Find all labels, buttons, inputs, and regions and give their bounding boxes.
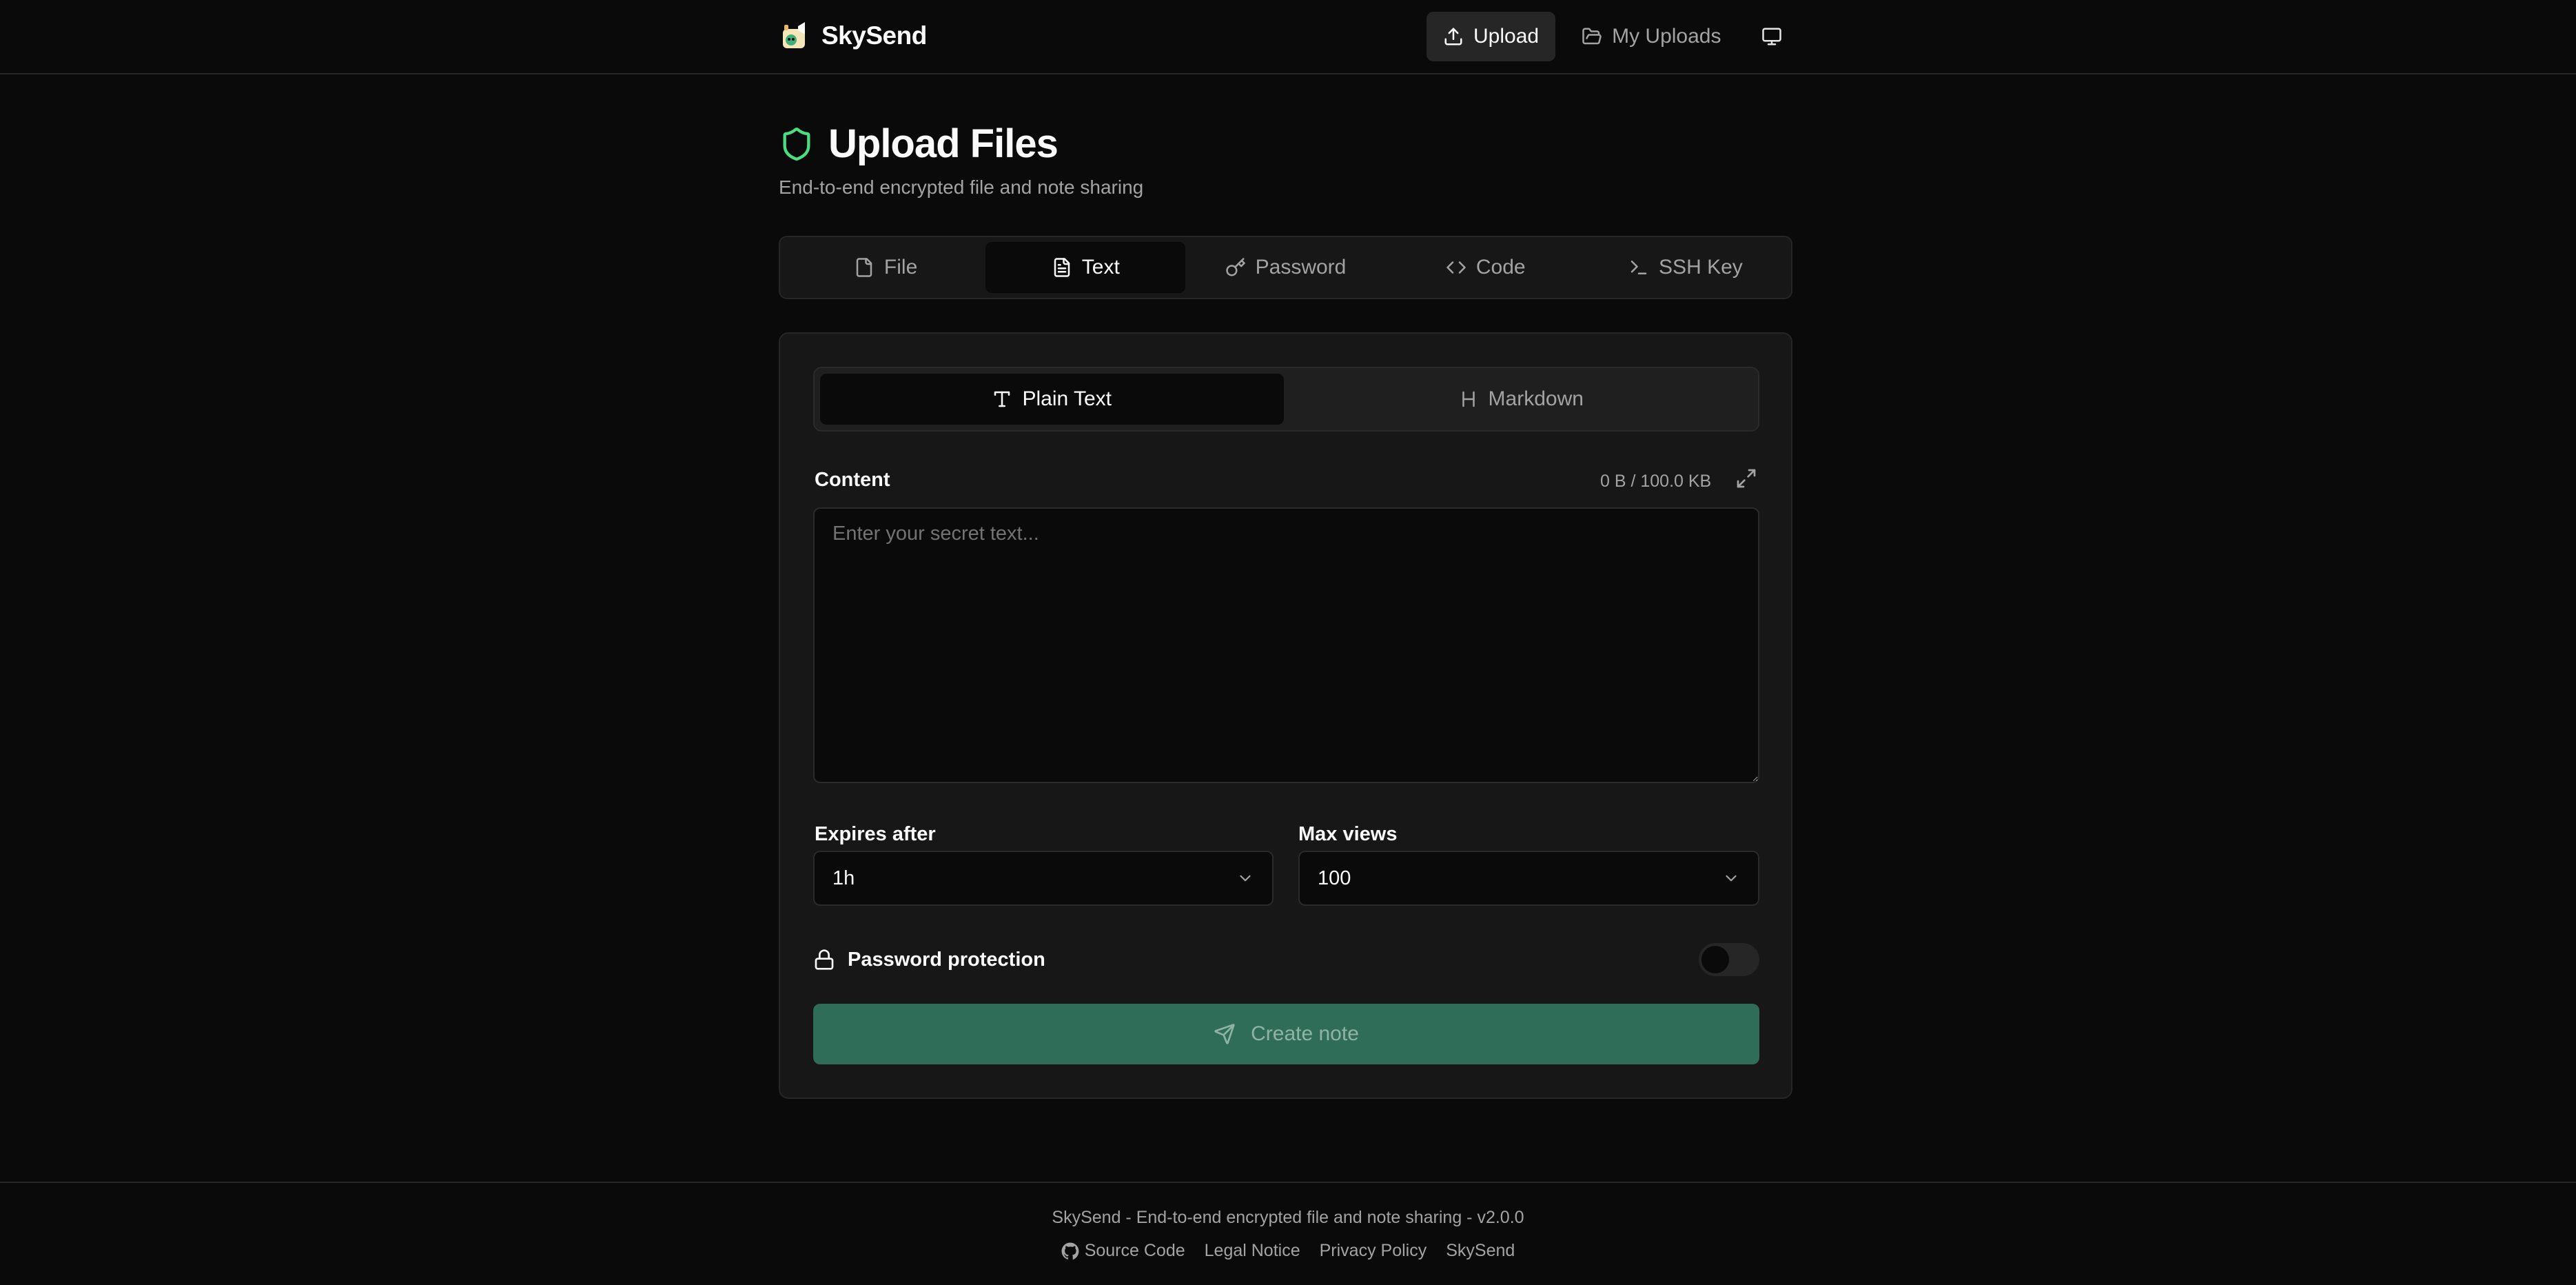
lock-icon: [815, 949, 834, 970]
page-subtitle: End-to-end encrypted file and note shari…: [779, 176, 1144, 198]
brand-name: SkySend: [821, 21, 927, 50]
folder-open-icon: [1582, 28, 1602, 45]
tab-ssh-key[interactable]: SSH Key: [1586, 242, 1786, 293]
footer-source-code-label: Source Code: [1084, 1241, 1185, 1260]
footer-source-code-link[interactable]: Source Code: [1061, 1241, 1185, 1261]
key-icon: [1225, 258, 1245, 276]
page-footer: SkySend - End-to-end encrypted file and …: [0, 1182, 2576, 1285]
tab-file-label: File: [883, 256, 918, 279]
footer-tagline: SkySend - End-to-end encrypted file and …: [1052, 1208, 1524, 1227]
skysend-logo-icon: [779, 19, 812, 52]
tab-text[interactable]: Text: [985, 242, 1186, 293]
tab-ssh-key-label: SSH Key: [1659, 256, 1743, 279]
max-views-value: 100: [1318, 867, 1351, 889]
terminal-icon: [1631, 261, 1647, 274]
file-icon: [856, 258, 872, 277]
expires-select[interactable]: 1h: [813, 851, 1274, 906]
max-views-select[interactable]: 100: [1298, 851, 1759, 906]
create-note-label: Create note: [1251, 1022, 1359, 1045]
footer-privacy-policy-link[interactable]: Privacy Policy: [1320, 1241, 1427, 1261]
password-protection-label: Password protection: [848, 948, 1045, 971]
type-icon: [994, 391, 1010, 407]
chevron-down-icon: [1240, 875, 1251, 882]
github-icon: [1061, 1242, 1079, 1259]
upload-type-tabs: File Text Password Code SSH Key: [779, 236, 1792, 299]
tab-password-label: Password: [1255, 256, 1347, 279]
size-counter: 0 B / 100.0 KB: [1600, 472, 1712, 491]
max-views-label: Max views: [1298, 823, 1398, 845]
brand[interactable]: SkySend: [779, 17, 927, 55]
nav-my-uploads-button[interactable]: My Uploads: [1565, 12, 1737, 61]
password-protection-row: Password protection: [813, 940, 1759, 979]
mode-plain-text[interactable]: Plain Text: [820, 374, 1284, 425]
nav-my-uploads-label: My Uploads: [1612, 25, 1721, 48]
content-label: Content: [815, 469, 890, 491]
create-note-button[interactable]: Create note: [813, 1004, 1759, 1064]
tab-code[interactable]: Code: [1386, 242, 1586, 293]
footer-legal-notice-link[interactable]: Legal Notice: [1205, 1241, 1300, 1261]
nav-upload-label: Upload: [1473, 25, 1540, 48]
file-text-icon: [1054, 258, 1070, 277]
note-form-card: Plain Text Markdown Content 0 B / 100.0 …: [779, 332, 1792, 1099]
send-icon: [1214, 1024, 1235, 1044]
maximize-icon: [1737, 469, 1756, 488]
mode-markdown-label: Markdown: [1488, 387, 1584, 410]
footer-links: Source Code Legal Notice Privacy Policy …: [0, 1241, 2576, 1261]
main-nav: Upload My Uploads: [1427, 12, 1797, 61]
tab-code-label: Code: [1475, 256, 1526, 279]
theme-toggle-button[interactable]: [1747, 12, 1797, 61]
expires-value: 1h: [832, 867, 855, 889]
tab-file[interactable]: File: [786, 242, 985, 293]
heading-icon: [1462, 391, 1475, 407]
text-mode-switch: Plain Text Markdown: [813, 367, 1759, 432]
footer-skysend-link[interactable]: SkySend: [1446, 1241, 1515, 1261]
mode-markdown[interactable]: Markdown: [1289, 374, 1753, 425]
expand-button[interactable]: [1735, 467, 1760, 492]
mode-plain-text-label: Plain Text: [1022, 387, 1112, 410]
expires-label: Expires after: [815, 823, 936, 845]
password-protection-toggle[interactable]: [1699, 943, 1759, 976]
upload-icon: [1444, 28, 1462, 45]
chevron-down-icon: [1726, 875, 1737, 882]
shield-icon: [783, 127, 810, 161]
top-header: SkySend Upload My Uploads: [0, 0, 2576, 74]
toggle-knob: [1701, 946, 1729, 973]
content-textarea[interactable]: [813, 507, 1759, 783]
tab-text-label: Text: [1081, 256, 1120, 279]
page-title: Upload Files: [828, 121, 1059, 166]
tab-password[interactable]: Password: [1185, 242, 1385, 293]
monitor-icon: [1762, 28, 1782, 45]
nav-upload-button[interactable]: Upload: [1427, 12, 1556, 61]
page-title-row: Upload Files: [779, 121, 1059, 167]
code-icon: [1447, 261, 1466, 274]
